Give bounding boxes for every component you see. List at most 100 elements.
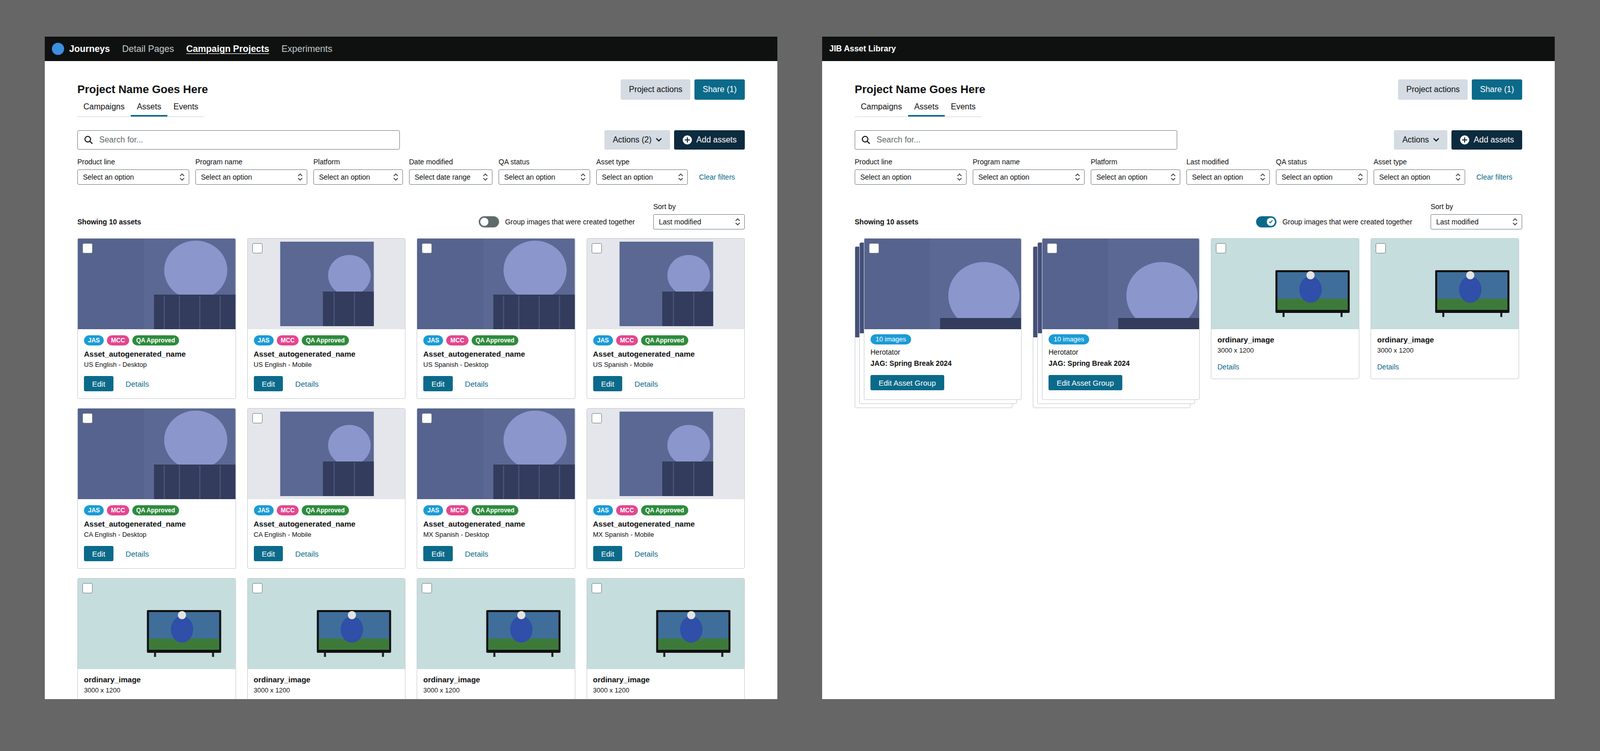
image-card[interactable]: ordinary_image3000 x 1200Details bbox=[1210, 238, 1360, 380]
select-checkbox[interactable] bbox=[591, 583, 602, 594]
tab[interactable]: Campaigns bbox=[77, 99, 131, 117]
details-link[interactable]: Details bbox=[634, 549, 658, 559]
asset-card[interactable]: JASMCCQA ApprovedAsset_autogenerated_nam… bbox=[586, 408, 746, 569]
add-assets-button[interactable]: Add assets bbox=[674, 130, 745, 150]
image-card[interactable]: ordinary_image3000 x 1200 bbox=[77, 577, 237, 700]
filter-select[interactable]: Select an option bbox=[596, 169, 688, 185]
toggle-switch[interactable] bbox=[478, 216, 500, 228]
details-link[interactable]: Details bbox=[464, 549, 489, 559]
tab[interactable]: Events bbox=[167, 99, 205, 117]
search-field[interactable] bbox=[77, 130, 400, 150]
tab[interactable]: Events bbox=[944, 99, 982, 117]
filter-select[interactable]: Select an option bbox=[854, 169, 967, 185]
select-checkbox[interactable] bbox=[82, 243, 93, 254]
asset-card[interactable]: JASMCCQA ApprovedAsset_autogenerated_nam… bbox=[247, 238, 406, 399]
edit-button[interactable]: Edit bbox=[593, 545, 623, 562]
search-input[interactable] bbox=[875, 134, 1171, 145]
group-toggle[interactable]: Group images that were created together bbox=[1256, 214, 1413, 230]
sort-select[interactable]: Last modified bbox=[1430, 214, 1523, 230]
select-checkbox[interactable] bbox=[421, 583, 432, 594]
project-actions-button[interactable]: Project actions bbox=[1398, 79, 1468, 100]
select-checkbox[interactable] bbox=[1215, 243, 1227, 254]
tag-label: QA Approved bbox=[475, 336, 515, 344]
details-link[interactable]: Details bbox=[295, 379, 319, 389]
image-card[interactable]: ordinary_image3000 x 1200 bbox=[416, 577, 576, 700]
select-checkbox[interactable] bbox=[1046, 243, 1058, 254]
image-card[interactable]: ordinary_image3000 x 1200Details bbox=[1370, 238, 1520, 380]
asset-card[interactable]: JASMCCQA ApprovedAsset_autogenerated_nam… bbox=[586, 238, 746, 399]
toggle-switch[interactable] bbox=[1256, 216, 1277, 228]
clear-filters-link[interactable]: Clear filters bbox=[1471, 169, 1523, 185]
details-link[interactable]: Details bbox=[464, 379, 489, 389]
search-input[interactable] bbox=[98, 134, 394, 145]
select-checkbox[interactable] bbox=[82, 583, 93, 594]
add-assets-label: Add assets bbox=[1473, 135, 1515, 145]
select-checkbox[interactable] bbox=[82, 413, 93, 424]
filter-select[interactable]: Select an option bbox=[1275, 169, 1368, 185]
actions-button[interactable]: Actions bbox=[1393, 130, 1447, 150]
group-toggle[interactable]: Group images that were created together bbox=[478, 214, 635, 230]
filter-select[interactable]: Select an option bbox=[972, 169, 1085, 185]
search-field[interactable] bbox=[854, 130, 1178, 150]
actions-button[interactable]: Actions (2) bbox=[604, 130, 670, 150]
details-link[interactable]: Details bbox=[125, 379, 150, 389]
asset-group-card[interactable]: 10 imagesHerotatorJAG: Spring Break 2024… bbox=[1041, 238, 1200, 400]
tab[interactable]: Assets bbox=[908, 99, 945, 117]
details-link[interactable]: Details bbox=[1377, 362, 1400, 371]
share-button[interactable]: Share (1) bbox=[694, 79, 745, 100]
select-checkbox[interactable] bbox=[591, 413, 602, 424]
status-tag: JAS bbox=[593, 335, 614, 346]
select-checkbox[interactable] bbox=[252, 413, 263, 424]
status-tag: JAS bbox=[253, 335, 274, 346]
select-checkbox[interactable] bbox=[868, 243, 880, 254]
edit-button[interactable]: Edit bbox=[593, 375, 623, 392]
sort-select[interactable]: Last modified bbox=[653, 214, 745, 230]
asset-group-card[interactable]: 10 imagesHerotatorJAG: Spring Break 2024… bbox=[863, 238, 1022, 400]
tab[interactable]: Assets bbox=[130, 99, 168, 117]
select-checkbox[interactable] bbox=[1375, 243, 1386, 254]
details-link[interactable]: Details bbox=[1217, 362, 1240, 371]
filter-select[interactable]: Select an option bbox=[195, 169, 308, 185]
edit-group-button[interactable]: Edit Asset Group bbox=[870, 374, 945, 391]
edit-button[interactable]: Edit bbox=[83, 545, 114, 562]
filter-select[interactable]: Select an option bbox=[1090, 169, 1181, 185]
nav-item[interactable]: Detail Pages bbox=[122, 43, 174, 55]
edit-button[interactable]: Edit bbox=[83, 375, 114, 392]
filter-select[interactable]: Select an option bbox=[498, 169, 591, 185]
filter-select[interactable]: Select an option bbox=[1373, 169, 1466, 185]
select-checkbox[interactable] bbox=[421, 413, 432, 424]
share-button[interactable]: Share (1) bbox=[1471, 79, 1523, 100]
tab[interactable]: Campaigns bbox=[854, 99, 909, 117]
select-checkbox[interactable] bbox=[252, 243, 263, 254]
asset-card[interactable]: JASMCCQA ApprovedAsset_autogenerated_nam… bbox=[77, 408, 237, 569]
add-assets-button[interactable]: Add assets bbox=[1451, 130, 1523, 150]
image-card[interactable]: ordinary_image3000 x 1200 bbox=[247, 577, 406, 700]
nav-item[interactable]: Experiments bbox=[281, 43, 333, 55]
select-checkbox[interactable] bbox=[421, 243, 432, 254]
edit-button[interactable]: Edit bbox=[253, 545, 284, 562]
edit-group-button[interactable]: Edit Asset Group bbox=[1048, 374, 1123, 391]
image-card[interactable]: ordinary_image3000 x 1200 bbox=[586, 577, 746, 700]
asset-card[interactable]: JASMCCQA ApprovedAsset_autogenerated_nam… bbox=[247, 408, 406, 569]
filter-select[interactable]: Select an option bbox=[313, 169, 403, 185]
asset-card[interactable]: JASMCCQA ApprovedAsset_autogenerated_nam… bbox=[416, 408, 576, 569]
nav-item[interactable]: Campaign Projects bbox=[186, 43, 270, 55]
brand-name[interactable]: JIB Asset Library bbox=[829, 43, 896, 55]
edit-button[interactable]: Edit bbox=[423, 545, 453, 562]
details-link[interactable]: Details bbox=[634, 379, 658, 389]
edit-button[interactable]: Edit bbox=[423, 375, 453, 392]
details-link[interactable]: Details bbox=[295, 549, 319, 559]
select-checkbox[interactable] bbox=[591, 243, 602, 254]
filter-select[interactable]: Select an option bbox=[77, 169, 190, 185]
asset-card[interactable]: JASMCCQA ApprovedAsset_autogenerated_nam… bbox=[416, 238, 576, 399]
brand-name[interactable]: Journeys bbox=[69, 43, 110, 55]
filter-select[interactable]: Select an option bbox=[1186, 169, 1270, 185]
project-actions-button[interactable]: Project actions bbox=[620, 79, 691, 100]
edit-button[interactable]: Edit bbox=[253, 375, 284, 392]
clear-filters-link[interactable]: Clear filters bbox=[693, 169, 745, 185]
asset-card[interactable]: JASMCCQA ApprovedAsset_autogenerated_nam… bbox=[77, 238, 237, 399]
results-controls: Group images that were created togetherS… bbox=[1256, 202, 1523, 230]
select-checkbox[interactable] bbox=[252, 583, 263, 594]
details-link[interactable]: Details bbox=[125, 549, 150, 559]
filter-select[interactable]: Select date range bbox=[409, 169, 493, 185]
